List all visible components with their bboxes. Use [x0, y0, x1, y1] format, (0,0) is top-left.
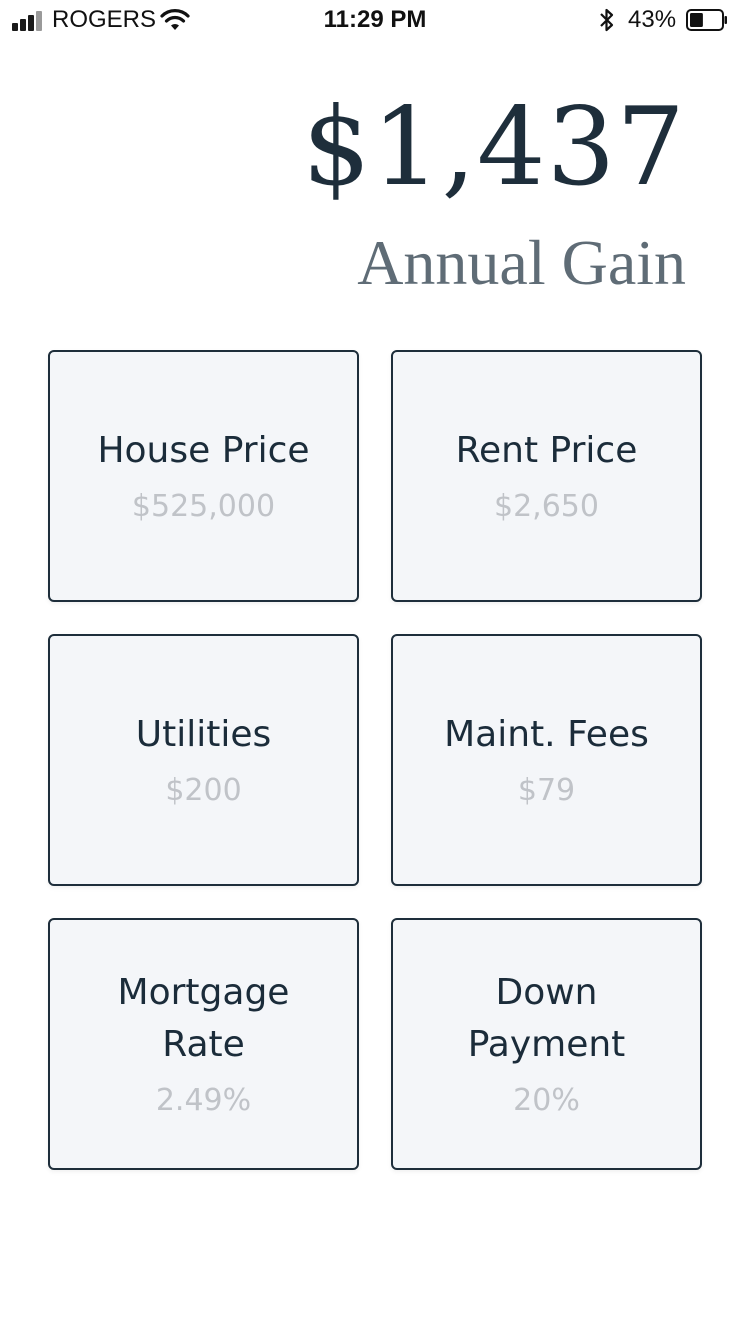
annual-gain-amount: $1,437 — [302, 85, 686, 210]
card-value: $200 — [165, 773, 242, 808]
card-title: Down Payment — [467, 972, 626, 1065]
down-payment-card[interactable]: Down Payment 20% — [391, 918, 702, 1170]
battery-icon — [686, 9, 727, 31]
bluetooth-icon — [600, 8, 614, 32]
utilities-card[interactable]: Utilities $200 — [48, 634, 359, 886]
maint-fees-card[interactable]: Maint. Fees $79 — [391, 634, 702, 886]
status-bar: ROGERS 11:29 PM 43% — [0, 0, 750, 40]
card-title: Rent Price — [455, 430, 638, 471]
card-value: $2,650 — [494, 489, 599, 524]
card-title: House Price — [97, 430, 310, 471]
card-title: Maint. Fees — [444, 714, 649, 755]
input-card-grid: House Price $525,000 Rent Price $2,650 U… — [48, 350, 702, 1170]
battery-percent: 43% — [628, 6, 677, 33]
card-title: Utilities — [135, 714, 272, 755]
rent-price-card[interactable]: Rent Price $2,650 — [391, 350, 702, 602]
mortgage-rate-card[interactable]: Mortgage Rate 2.49% — [48, 918, 359, 1170]
card-value: 2.49% — [155, 1083, 252, 1118]
card-value: $79 — [517, 773, 576, 808]
card-title: Mortgage Rate — [117, 972, 290, 1065]
house-price-card[interactable]: House Price $525,000 — [48, 350, 359, 602]
annual-gain-label: Annual Gain — [357, 227, 686, 298]
card-value: 20% — [513, 1083, 580, 1118]
card-value: $525,000 — [131, 489, 276, 524]
